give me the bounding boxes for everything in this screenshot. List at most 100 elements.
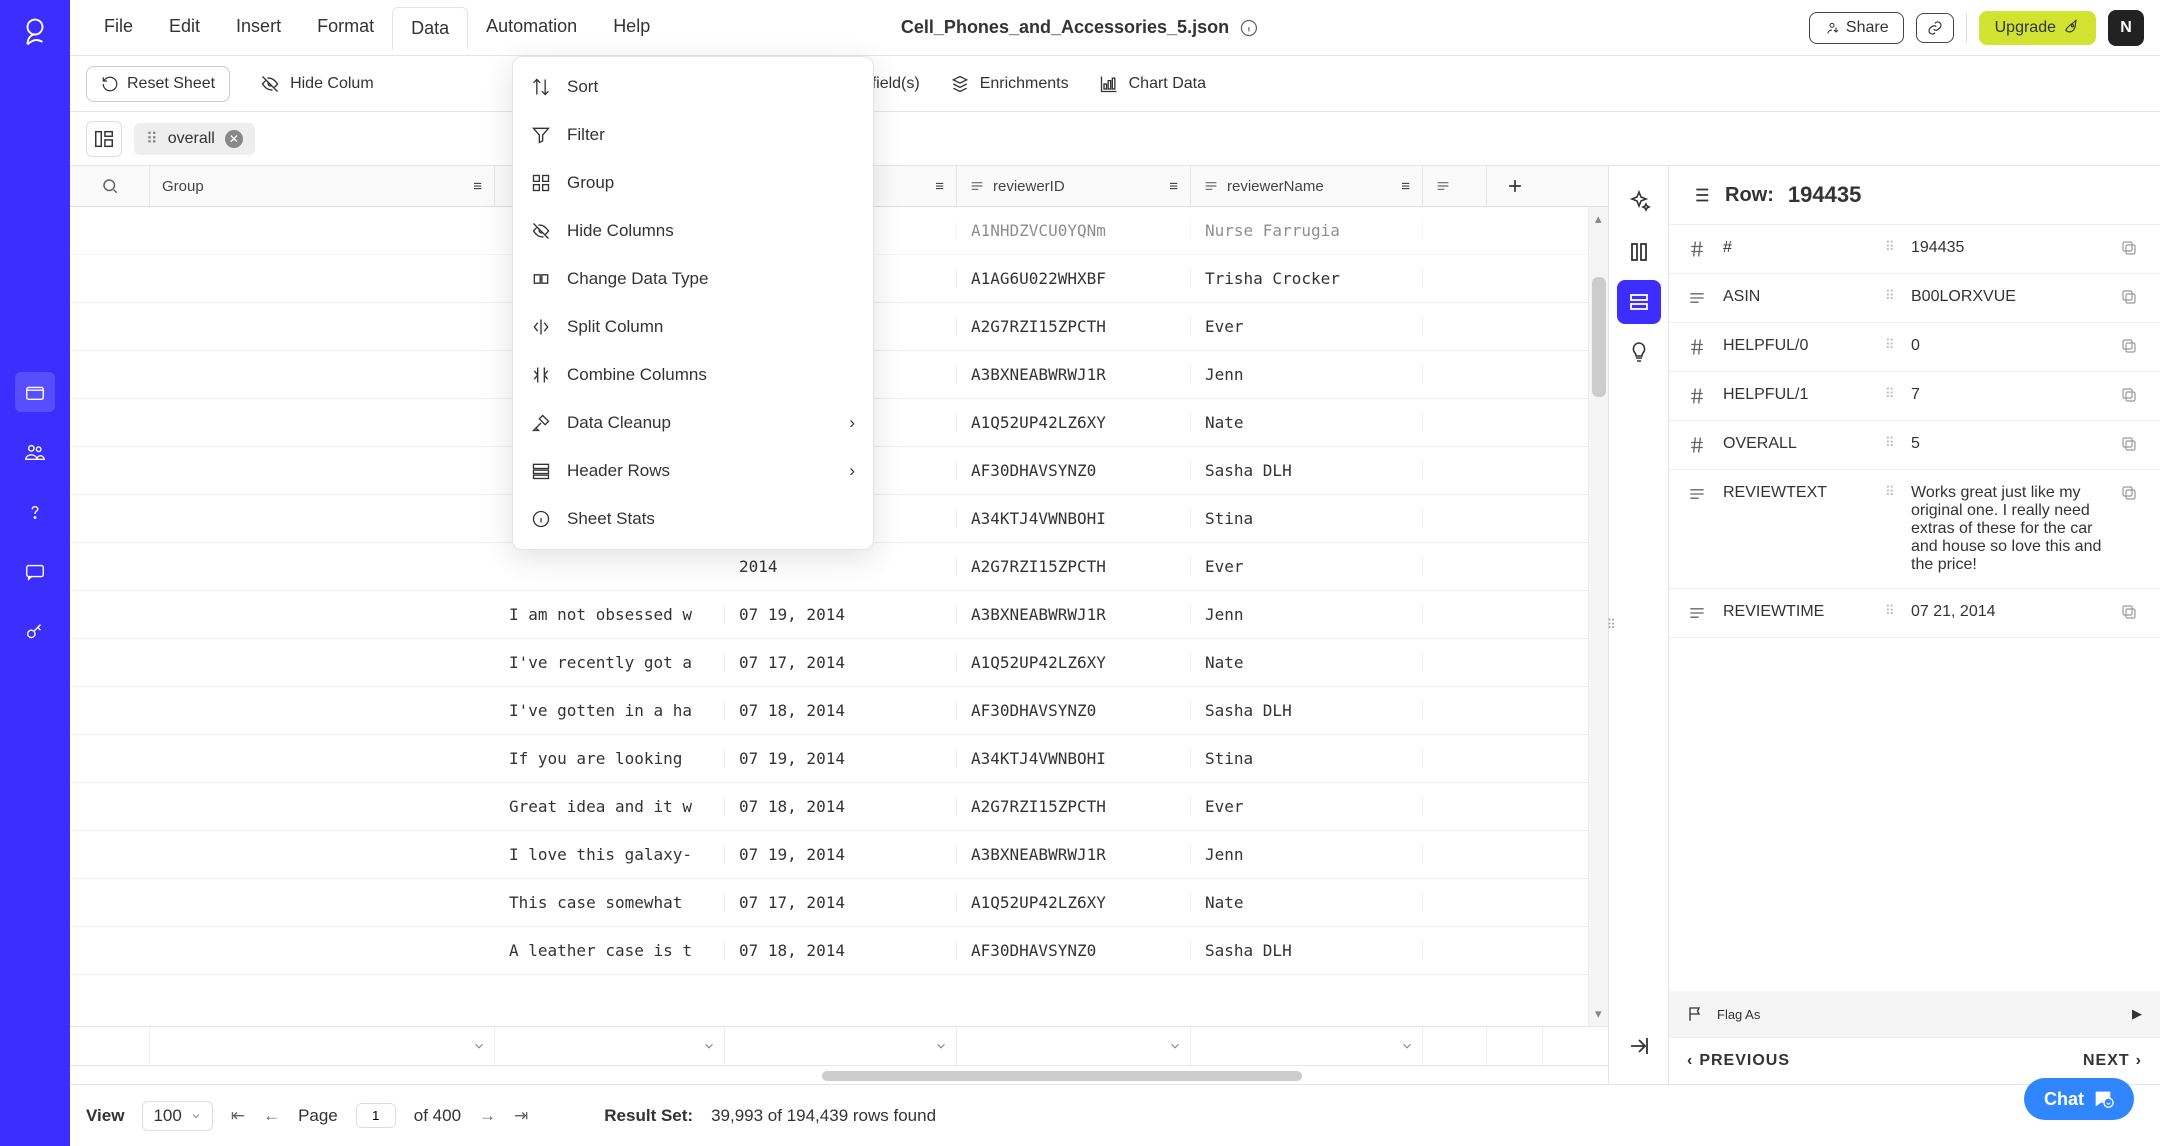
grip-icon[interactable]: ⠿ <box>1885 337 1899 353</box>
filter-chip-overall[interactable]: ⠿ overall ✕ <box>134 123 255 155</box>
table-row[interactable]: I've gotten in a ha07 18, 2014AF30DHAVSY… <box>70 687 1608 735</box>
dropdown-hide-columns[interactable]: Hide Columns <box>513 207 873 255</box>
chat-button[interactable]: Chat <box>2024 1078 2134 1120</box>
next-row-button[interactable]: NEXT › <box>2083 1052 2142 1070</box>
dropdown-sort[interactable]: Sort <box>513 63 873 111</box>
detail-sparkle-icon[interactable] <box>1617 180 1661 224</box>
column-menu-icon[interactable]: ≡ <box>935 178 944 195</box>
nav-key-icon[interactable] <box>15 612 55 652</box>
grip-icon[interactable]: ⠿ <box>1885 603 1899 619</box>
table-row[interactable]: 2014A2G7RZI15ZPCTHEver <box>70 543 1608 591</box>
column-menu-icon[interactable]: ≡ <box>473 178 482 195</box>
previous-row-button[interactable]: ‹ PREVIOUS <box>1687 1052 1790 1070</box>
table-row[interactable]: I am not obsessed w07 19, 2014A3BXNEABWR… <box>70 591 1608 639</box>
link-button[interactable] <box>1916 13 1954 43</box>
detail-columns-icon[interactable] <box>1617 230 1661 274</box>
detail-row-icon[interactable] <box>1617 280 1661 324</box>
table-row[interactable]: If you are looking07 19, 2014A34KTJ4VWNB… <box>70 735 1608 783</box>
dropdown-group[interactable]: Group <box>513 159 873 207</box>
info-icon[interactable] <box>1239 18 1259 38</box>
page-number-input[interactable] <box>356 1103 396 1128</box>
copy-icon[interactable] <box>2120 603 2142 621</box>
dropdown-combine-columns[interactable]: Combine Columns <box>513 351 873 399</box>
collapse-panel-icon[interactable] <box>1617 1024 1661 1068</box>
last-page-icon[interactable]: ⇥ <box>514 1106 528 1126</box>
cell-reviewername: Sasha DLH <box>1191 701 1423 720</box>
user-avatar[interactable]: N <box>2108 10 2144 46</box>
reset-sheet-button[interactable]: Reset Sheet <box>86 66 230 102</box>
enrichments-button[interactable]: Enrichments <box>950 74 1069 94</box>
detail-bulb-icon[interactable] <box>1617 330 1661 374</box>
copy-icon[interactable] <box>2120 386 2142 404</box>
filter-cell[interactable] <box>150 1027 495 1065</box>
table-row[interactable]: This case somewhat07 17, 2014A1Q52UP42LZ… <box>70 879 1608 927</box>
column-reviewername[interactable]: reviewerName ≡ <box>1191 166 1423 206</box>
share-button[interactable]: Share <box>1809 12 1904 44</box>
cell-reviewtext: Great idea and it w <box>495 797 725 816</box>
chip-remove-icon[interactable]: ✕ <box>225 130 243 148</box>
nav-people-icon[interactable] <box>15 432 55 472</box>
dropdown-split-column[interactable]: Split Column <box>513 303 873 351</box>
flag-as-button[interactable]: Flag As ▶ <box>1669 991 2160 1037</box>
nav-box-icon[interactable] <box>15 372 55 412</box>
column-menu-icon[interactable]: ≡ <box>1169 178 1178 195</box>
grip-icon[interactable]: ⠿ <box>1885 484 1899 500</box>
menu-help[interactable]: Help <box>595 6 668 49</box>
column-tail[interactable] <box>1423 166 1487 206</box>
table-row[interactable]: A leather case is t07 18, 2014AF30DHAVSY… <box>70 927 1608 975</box>
vertical-scrollbar[interactable]: ▴ ▾ <box>1588 207 1608 1026</box>
table-row[interactable]: I've recently got a07 17, 2014A1Q52UP42L… <box>70 639 1608 687</box>
copy-icon[interactable] <box>2120 484 2142 502</box>
cell-reviewerid: A2G7RZI15ZPCTH <box>957 797 1191 816</box>
upgrade-button[interactable]: Upgrade <box>1979 11 2096 45</box>
filter-cell[interactable] <box>495 1027 725 1065</box>
dropdown-header-rows[interactable]: Header Rows› <box>513 447 873 495</box>
column-group-label[interactable]: Group ≡ <box>150 166 495 206</box>
dropdown-data-cleanup[interactable]: Data Cleanup› <box>513 399 873 447</box>
grip-icon[interactable]: ⠿ <box>1885 239 1899 255</box>
grip-icon[interactable]: ⠿ <box>1885 386 1899 402</box>
menu-data[interactable]: Data <box>392 7 468 50</box>
prev-page-icon[interactable]: ← <box>263 1106 280 1126</box>
column-menu-icon[interactable]: ≡ <box>1401 178 1410 195</box>
filter-cell[interactable] <box>1423 1027 1487 1065</box>
menu-automation[interactable]: Automation <box>468 6 595 49</box>
table-row[interactable]: Great idea and it w07 18, 2014A2G7RZI15Z… <box>70 783 1608 831</box>
dropdown-change-data-type[interactable]: Change Data Type <box>513 255 873 303</box>
column-reviewerid[interactable]: reviewerID ≡ <box>957 166 1191 206</box>
grip-icon[interactable]: ⠿ <box>1885 435 1899 451</box>
page-size-select[interactable]: 100 <box>142 1101 212 1131</box>
copy-icon[interactable] <box>2120 435 2142 453</box>
field-label: REVIEWTEXT <box>1723 484 1873 502</box>
menu-edit[interactable]: Edit <box>151 6 218 49</box>
copy-icon[interactable] <box>2120 337 2142 355</box>
add-column-button[interactable] <box>1487 166 1543 206</box>
panel-resize-handle[interactable]: ⠿ <box>1606 617 1616 633</box>
menu-file[interactable]: File <box>86 6 151 49</box>
horizontal-scrollbar[interactable] <box>142 1068 1588 1084</box>
column-group[interactable] <box>70 166 150 206</box>
nav-help-icon[interactable] <box>15 492 55 532</box>
text-icon <box>1687 288 1711 308</box>
detail-field: #⠿194435 <box>1669 225 2160 274</box>
menu-insert[interactable]: Insert <box>218 6 299 49</box>
dropdown-sheet-stats[interactable]: Sheet Stats <box>513 495 873 543</box>
dropdown-filter[interactable]: Filter <box>513 111 873 159</box>
filter-cell[interactable] <box>725 1027 957 1065</box>
grip-icon[interactable]: ⠿ <box>1885 288 1899 304</box>
next-page-icon[interactable]: → <box>479 1106 496 1126</box>
menu-format[interactable]: Format <box>299 6 392 49</box>
copy-icon[interactable] <box>2120 288 2142 306</box>
cell-reviewtime: 2014 <box>725 557 957 576</box>
copy-icon[interactable] <box>2120 239 2142 257</box>
cell-reviewtime: 07 19, 2014 <box>725 845 957 864</box>
logo-icon[interactable] <box>15 12 55 52</box>
first-page-icon[interactable]: ⇤ <box>231 1106 245 1126</box>
hide-columns-button[interactable]: Hide Colum <box>260 74 374 94</box>
filter-cell[interactable] <box>957 1027 1191 1065</box>
table-row[interactable]: I love this galaxy-07 19, 2014A3BXNEABWR… <box>70 831 1608 879</box>
chart-data-button[interactable]: Chart Data <box>1099 74 1206 94</box>
layout-icon[interactable] <box>86 121 122 157</box>
filter-cell[interactable] <box>1191 1027 1423 1065</box>
nav-chat-icon[interactable] <box>15 552 55 592</box>
